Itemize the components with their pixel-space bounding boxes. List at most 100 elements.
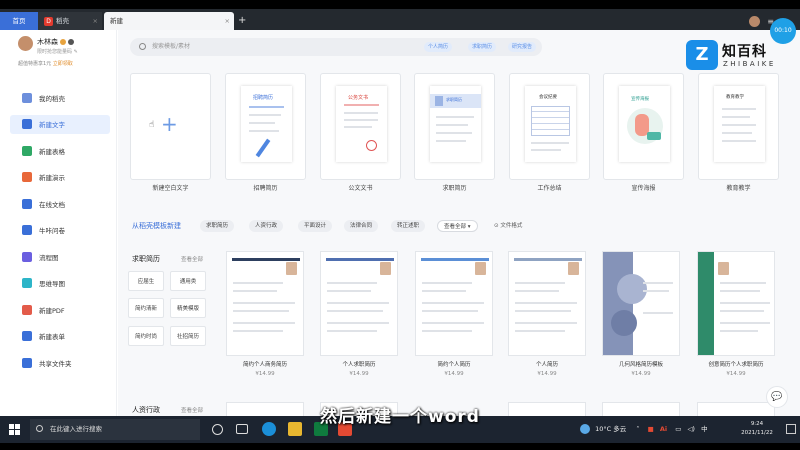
template-card-resume[interactable]: 求职简历 <box>414 73 495 180</box>
sidebar-nav: 我的稻壳新建文字新建表格新建演示在线文档牛咔问卷流程图思维导图新建PDF 新建表单… <box>10 88 110 380</box>
resume-template-card[interactable] <box>320 251 398 356</box>
sidebar-item[interactable]: 牛咔问卷 <box>10 221 110 240</box>
nav-icon <box>22 304 32 315</box>
template-card-poster[interactable]: 宣传海报 <box>603 73 684 180</box>
watermark-en: ZHIBAIKE <box>723 60 776 68</box>
avatar[interactable] <box>749 15 761 27</box>
promo-text: 超值特惠享1元 <box>18 61 52 67</box>
plus-icon: + <box>161 112 178 136</box>
file-format-link[interactable]: ⊙ 文件格式 <box>494 220 522 232</box>
close-icon[interactable]: × <box>93 12 98 30</box>
filter-dropdown[interactable]: 查看全部 ▾ <box>437 220 478 232</box>
photo-icon <box>475 262 486 275</box>
filter-chip[interactable]: 法律合同 <box>344 220 379 232</box>
thumb-title: 招聘简历 <box>253 95 274 101</box>
card-label: 宣传海报 <box>631 185 656 192</box>
resume-template-card[interactable] <box>697 251 775 356</box>
close-icon[interactable]: × <box>225 12 230 30</box>
category-button[interactable]: 社招简历 <box>170 326 206 346</box>
sidebar: 木林森 限时抢您能量码 ✎ 超值特惠享1元 立即领取 我的稻壳 新建文字 新建表格新… <box>0 30 117 416</box>
vip-badge-icon <box>60 39 66 45</box>
tab-home[interactable]: 首页 <box>0 12 38 30</box>
sidebar-item-label: 新建PDF <box>39 306 65 315</box>
card-label: 新建空白文字 <box>152 185 189 192</box>
sidebar-item[interactable]: 新建文字 <box>10 114 110 134</box>
nav-icon <box>22 251 32 262</box>
resume-template-card[interactable] <box>226 251 304 356</box>
doc-thumbnail: 宣传海报 <box>619 86 670 162</box>
search-bar[interactable]: 搜索模板/素材 个人简历 求职简历 研究报告 <box>130 38 542 56</box>
nav-icon <box>22 225 32 235</box>
card-label: 教育教学 <box>726 185 751 192</box>
tab-docer[interactable]: D 稻壳 × <box>38 12 102 30</box>
tab-new[interactable]: 新建 × <box>104 12 234 30</box>
sidebar-item[interactable]: 在线文档 <box>10 194 110 213</box>
sidebar-item-label: 流程图 <box>39 253 59 262</box>
docer-logo-icon: D <box>44 16 53 26</box>
resume-template-card[interactable] <box>415 251 493 356</box>
sidebar-item-label: 在线文档 <box>39 200 65 209</box>
user-name-text: 木林森 <box>37 38 58 46</box>
thumb-title: 会议纪要 <box>539 95 557 100</box>
photo-icon <box>380 262 391 275</box>
sidebar-item[interactable]: 新建演示 <box>10 168 110 187</box>
doc-thumbnail: 会议纪要 <box>525 86 576 162</box>
sidebar-item[interactable]: 流程图 <box>10 247 110 266</box>
new-blank-card[interactable]: + ☝ <box>130 73 211 180</box>
category-button[interactable]: 简约时尚 <box>128 326 164 346</box>
category-button[interactable]: 通用类 <box>170 271 206 291</box>
add-tab-button[interactable]: + <box>238 12 246 30</box>
sidebar-item[interactable]: 新建PDF <box>10 300 110 319</box>
resume-template-card[interactable] <box>602 251 680 356</box>
sidebar-item-label: 共享文件夹 <box>39 359 72 368</box>
chevron-down-icon: ▾ <box>467 224 471 230</box>
sidebar-item-label: 思维导图 <box>39 280 65 288</box>
sidebar-item-label: 新建演示 <box>39 174 65 182</box>
sidebar-item[interactable]: 新建表单 <box>10 327 110 346</box>
resume-price: ¥14.99 <box>255 371 275 377</box>
filter-chip[interactable]: 平面设计 <box>298 220 333 232</box>
resume-label: 几何风格简历模板 <box>618 362 663 368</box>
user-name: 木林森 <box>37 37 74 47</box>
category-button[interactable]: 简约清新 <box>128 298 164 318</box>
nav-icon <box>22 331 32 341</box>
category-more-link[interactable]: 查看全部 <box>181 255 203 263</box>
thumb-title: 宣传海报 <box>631 97 649 102</box>
category-button[interactable]: 精美模版 <box>170 298 206 318</box>
filter-chip[interactable]: 转正述职 <box>391 220 426 232</box>
nav-icon <box>22 145 32 156</box>
seal-icon <box>366 140 377 151</box>
template-card-official[interactable]: 公务文书 <box>320 73 401 180</box>
doc-thumbnail: 求职简历 <box>430 86 481 162</box>
template-card-recruit[interactable]: 招聘简历 <box>225 73 306 180</box>
resume-label: 个人简历 <box>535 362 558 368</box>
nav-icon <box>22 198 32 209</box>
sidebar-item[interactable]: 思维导图 <box>10 274 110 293</box>
filter-chip[interactable]: 人资行政 <box>249 220 284 232</box>
doc-thumbnail: 公务文书 <box>336 86 387 162</box>
category-button[interactable]: 应届生 <box>128 271 164 291</box>
search-chip[interactable]: 个人简历 <box>424 42 453 52</box>
template-card-education[interactable]: 教育教学 <box>698 73 779 180</box>
filter-chip[interactable]: 求职简历 <box>200 220 235 232</box>
tab-docer-label: 稻壳 <box>56 17 69 25</box>
letterbox <box>0 443 800 450</box>
sidebar-item[interactable]: 新建表格 <box>10 141 110 160</box>
resume-label: 简约个人简历 <box>437 362 471 368</box>
resume-price: ¥14.99 <box>349 371 369 377</box>
template-card-summary[interactable]: 会议纪要 <box>509 73 590 180</box>
sidebar-item[interactable]: 共享文件夹 <box>10 353 110 372</box>
promo-link[interactable]: 立即领取 <box>53 61 73 67</box>
avatar[interactable] <box>18 36 33 51</box>
search-chip[interactable]: 求职简历 <box>468 42 497 52</box>
sidebar-item-label: 新建文字 <box>39 121 65 129</box>
search-chip[interactable]: 研究报告 <box>508 42 537 52</box>
resume-template-card[interactable] <box>508 251 586 356</box>
section-title: 从稻壳模板新建 <box>132 222 181 230</box>
sidebar-item[interactable]: 我的稻壳 <box>10 88 110 107</box>
search-input[interactable]: 搜索模板/素材 <box>152 38 190 56</box>
nav-icon <box>22 92 32 103</box>
filter-dropdown-label: 查看全部 <box>444 224 467 230</box>
nav-icon <box>22 119 32 129</box>
thumb-title: 公务文书 <box>348 95 369 101</box>
